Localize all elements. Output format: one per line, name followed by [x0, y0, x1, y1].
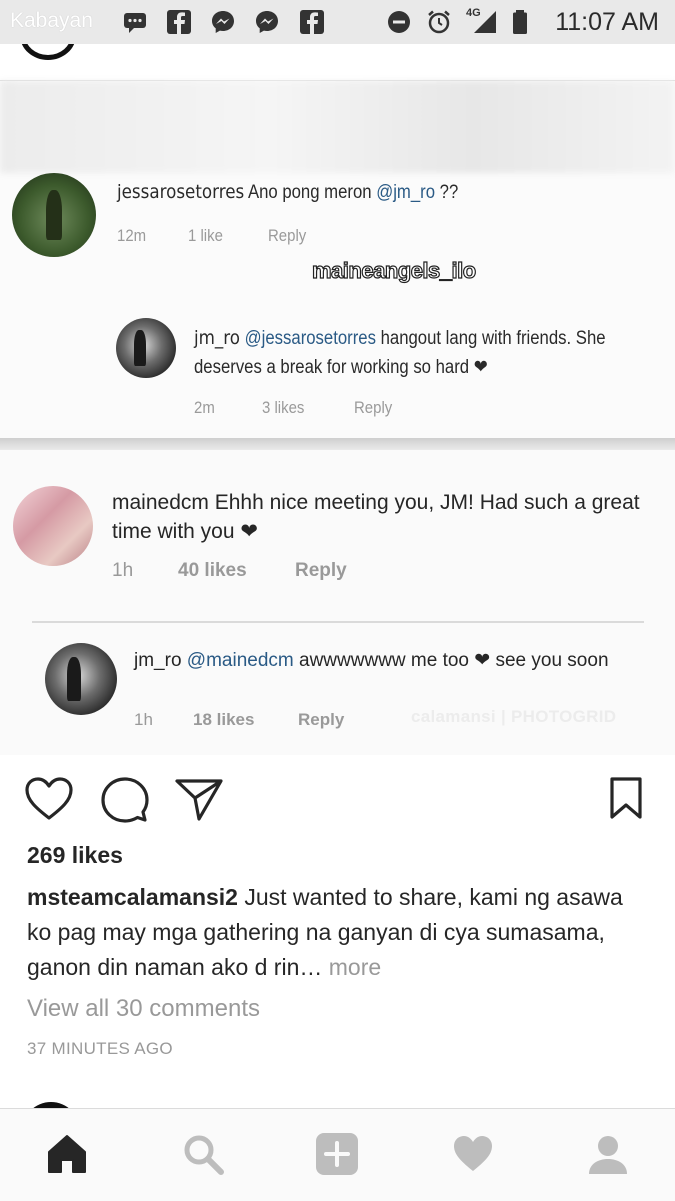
- home-icon[interactable]: [45, 1132, 89, 1176]
- divider: [32, 621, 644, 623]
- facebook-notification-icon-2: [300, 10, 324, 34]
- activity-heart-icon[interactable]: [451, 1132, 495, 1176]
- post-timestamp: 37 MINUTES AGO: [27, 1039, 173, 1058]
- bookmark-icon[interactable]: [608, 776, 644, 820]
- send-paper-plane-icon[interactable]: [174, 776, 224, 822]
- comment-text: jm_ro @jessarosetorres hangout lang with…: [194, 327, 606, 378]
- image-separator: [0, 438, 675, 450]
- profile-icon[interactable]: [586, 1132, 630, 1176]
- comment-time: 1h: [134, 710, 153, 729]
- facebook-notification-icon: [167, 10, 191, 34]
- blurred-area: [0, 81, 675, 173]
- search-icon[interactable]: [181, 1132, 225, 1176]
- comment-reply: Reply: [295, 560, 347, 581]
- heart-emoji-icon: ❤: [473, 357, 488, 378]
- comment-reply: Reply: [298, 710, 345, 729]
- alarm-icon: [428, 10, 450, 34]
- comment-reply: Reply: [354, 398, 393, 417]
- chat-notification-icon: [124, 13, 146, 33]
- messenger-notification-icon-2: [256, 11, 278, 33]
- comment-likes: 1 like: [188, 226, 223, 245]
- caption-username[interactable]: msteamcalamansi2: [27, 884, 238, 910]
- photo-watermark: calamansi | PHOTOGRID: [411, 707, 617, 726]
- post-caption: msteamcalamansi2 Just wanted to share, k…: [27, 880, 652, 985]
- like-count[interactable]: 269 likes: [27, 842, 123, 869]
- messenger-notification-icon: [212, 11, 234, 33]
- comment-text: jessarosetorres Ano pong meron @jm_ro ??: [117, 181, 459, 203]
- comment-bubble-icon[interactable]: [101, 776, 149, 824]
- avatar: [116, 318, 176, 378]
- clock: 11:07 AM: [555, 8, 659, 36]
- comment-likes: 18 likes: [193, 710, 255, 729]
- battery-icon: [513, 10, 527, 34]
- comment-time: 2m: [194, 398, 215, 417]
- avatar: [13, 486, 93, 566]
- heart-emoji-icon: ❤: [474, 650, 491, 671]
- comment-time: 12m: [117, 226, 147, 245]
- comment-text: mainedcm Ehhh nice meeting you, JM! Had …: [112, 491, 640, 543]
- comment-reply: Reply: [268, 226, 307, 245]
- more-link[interactable]: more: [329, 954, 381, 980]
- comment-likes: 40 likes: [178, 560, 247, 581]
- signal-icon: [474, 11, 496, 33]
- do-not-disturb-icon: [388, 11, 410, 33]
- comment-likes: 3 likes: [262, 398, 305, 417]
- heart-outline-icon[interactable]: [24, 776, 74, 822]
- heart-emoji-icon: ❤: [240, 520, 258, 543]
- view-all-comments-link[interactable]: View all 30 comments: [27, 995, 260, 1023]
- comment-text: jm_ro @mainedcm awwwwwww me too ❤ see yo…: [134, 650, 609, 671]
- watermark: maineangels_ilo: [311, 257, 476, 283]
- carrier-name: Kabayan: [10, 9, 93, 32]
- avatar: [12, 173, 96, 257]
- status-bar: Kabayan 4G 11:07 AM: [0, 0, 675, 44]
- comment-time: 1h: [112, 560, 134, 581]
- avatar: [45, 643, 117, 715]
- add-post-icon[interactable]: [315, 1132, 359, 1176]
